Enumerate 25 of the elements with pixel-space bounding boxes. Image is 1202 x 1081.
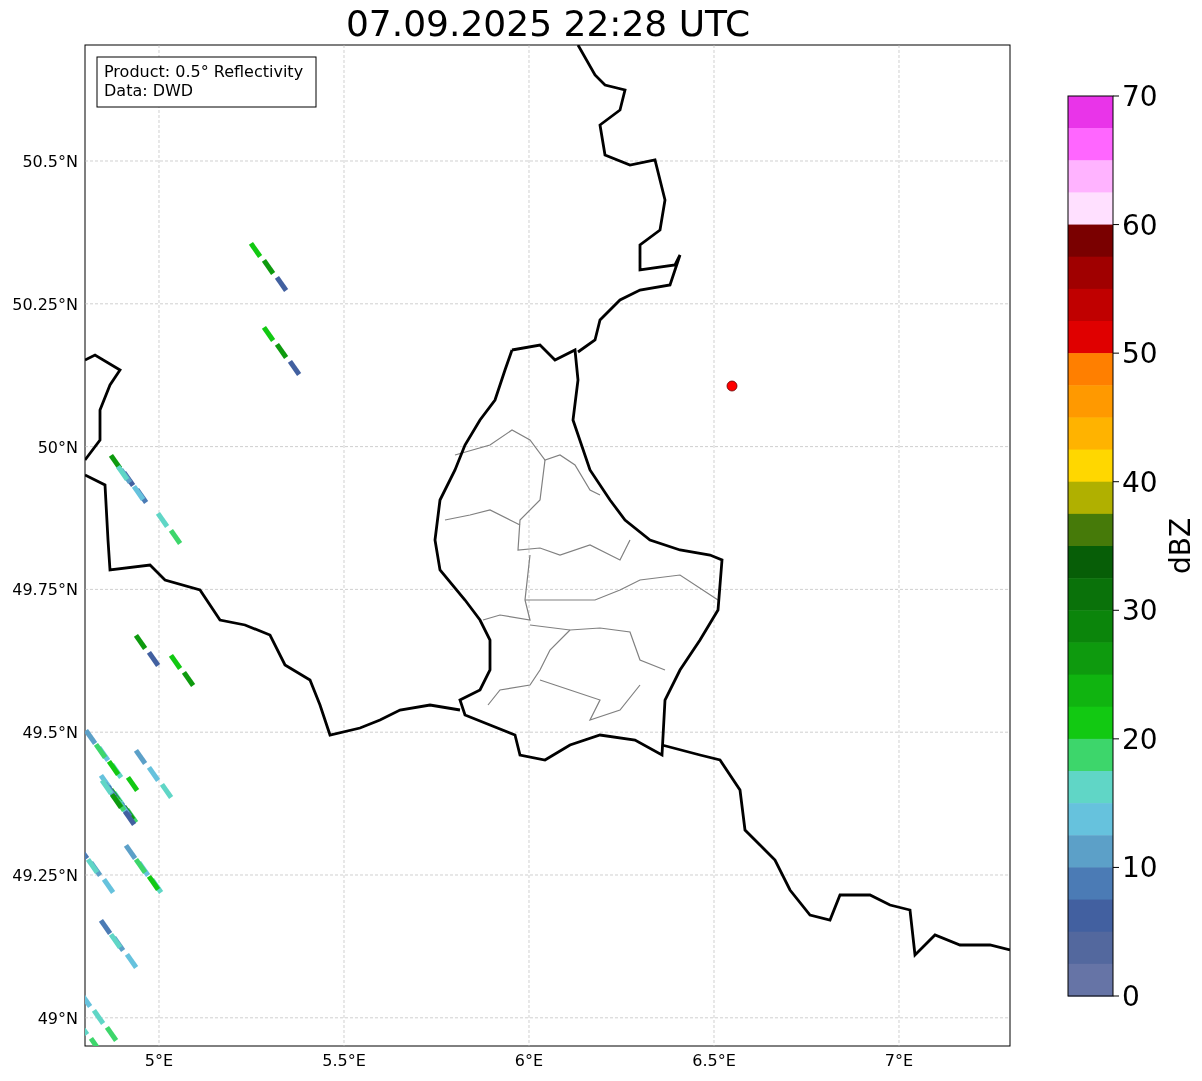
axis-tick-label: 7°E [884, 1051, 914, 1070]
chart-title: 07.09.2025 22:28 UTC [345, 3, 751, 44]
axis-tick-label: 50.5°N [22, 152, 78, 171]
location-marker-icon [726, 380, 738, 392]
legend-text: Data: DWD [104, 81, 194, 100]
axis-tick-label: 6.5°E [692, 1051, 736, 1070]
colorbar-tick-label: 40 [1122, 465, 1158, 499]
legend-text: Product: 0.5° Reflectivity [104, 62, 304, 81]
colorbar-tick-label: 30 [1122, 594, 1158, 628]
axis-tick-label: 5°E [144, 1051, 174, 1070]
colorbar-tick-label: 70 [1122, 80, 1158, 113]
axis-tick-label: 49.5°N [22, 723, 78, 743]
axis-tick-label: 5.5°E [322, 1051, 366, 1070]
axis-tick-label: 49°N [37, 1008, 78, 1028]
axis-tick-label: 50.25°N [12, 294, 78, 314]
colorbar-tick-label: 60 [1122, 208, 1158, 242]
axis-tick-label: 50°N [37, 437, 78, 457]
axis-tick-label: 49.75°N [12, 580, 78, 600]
colorbar-tick-label: 20 [1122, 722, 1158, 756]
axis-tick-label: 49.25°N [12, 866, 78, 885]
colorbar-tick-label: 0 [1122, 980, 1140, 1013]
colorbar-label: dBZ [1164, 517, 1197, 575]
colorbar-tick-label: 10 [1122, 851, 1158, 885]
colorbar-tick-label: 50 [1122, 337, 1158, 371]
axis-tick-label: 6°E [514, 1051, 544, 1070]
